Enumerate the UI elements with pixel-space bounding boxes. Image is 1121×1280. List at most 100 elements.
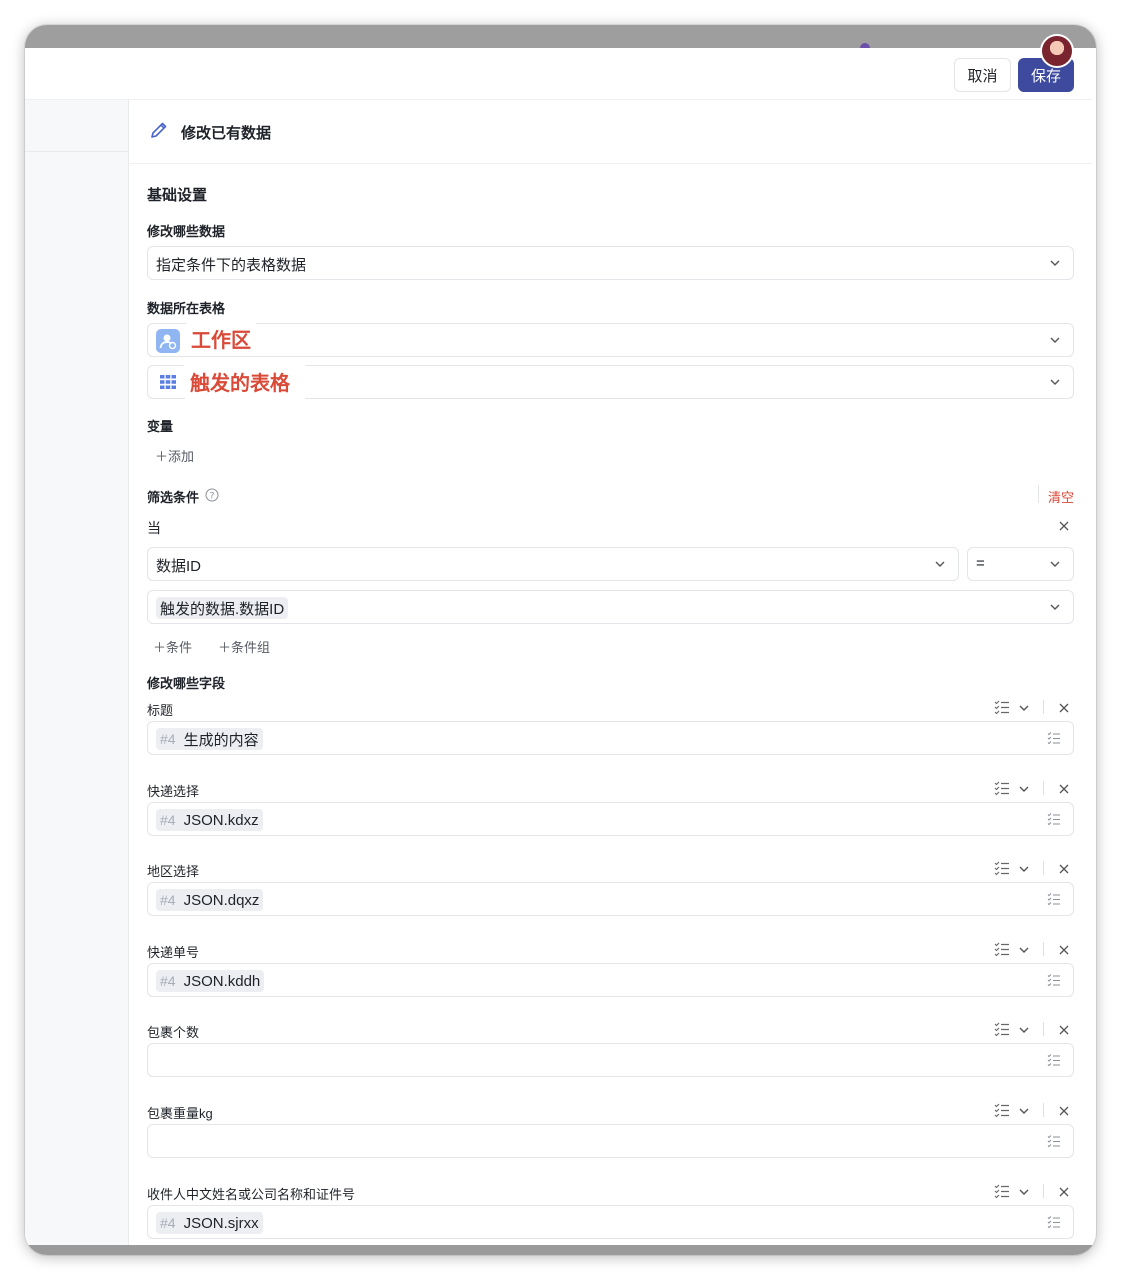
table-annotation: 触发的表格 — [184, 363, 306, 400]
insert-variable-icon[interactable] — [1047, 1053, 1063, 1069]
field-value-input[interactable]: #4 生成的内容 — [147, 721, 1074, 755]
workspace-icon — [156, 329, 180, 353]
field-name-label: 快递选择 — [147, 784, 200, 799]
chevron-down-icon — [1050, 561, 1060, 567]
field-name-label: 包裹重量kg — [147, 1106, 213, 1121]
step-tag: #4 — [160, 892, 176, 908]
field-value-text: JSON.kddh — [183, 972, 261, 990]
insert-variable-icon[interactable] — [1047, 973, 1063, 989]
step-tag: #4 — [160, 1215, 176, 1231]
chevron-down-icon[interactable] — [1018, 701, 1030, 719]
step-tag: #4 — [160, 812, 176, 828]
chevron-down-icon[interactable] — [1018, 1104, 1030, 1122]
remove-field-icon[interactable] — [1058, 1023, 1070, 1041]
insert-variable-icon[interactable] — [1047, 1215, 1063, 1231]
field-name-label: 地区选择 — [147, 864, 200, 879]
field-value-text: JSON.kdxz — [183, 811, 259, 829]
chevron-down-icon[interactable] — [1018, 1185, 1030, 1203]
filter-field-value: 数据ID — [156, 558, 202, 575]
user-avatar[interactable] — [1040, 34, 1074, 68]
panel-header: 修改已有数据 — [130, 100, 1092, 164]
panel-title: 修改已有数据 — [181, 125, 272, 142]
clear-filter-button[interactable]: 清空 — [1048, 487, 1074, 506]
table-label: 数据所在表格 — [147, 301, 226, 316]
which-data-select[interactable]: 指定条件下的表格数据 — [147, 246, 1074, 280]
app-window: 取消 保存 修改已有数据 基础设置 修改哪些数据 指定条件下的表格数据 数据所在… — [25, 25, 1096, 1255]
filter-value-select[interactable]: 触发的数据.数据ID — [147, 590, 1074, 624]
bottom-bar — [25, 1245, 1096, 1255]
insert-variable-icon[interactable] — [1047, 731, 1063, 747]
field-value-chip: #4 生成的内容 — [156, 728, 263, 750]
field-value-chip: #4 JSON.dqxz — [156, 889, 264, 911]
chevron-down-icon[interactable] — [1018, 862, 1030, 880]
filter-operator-value: = — [976, 555, 985, 572]
divider — [1043, 1184, 1044, 1198]
field-name-label: 包裹个数 — [147, 1025, 200, 1040]
cancel-button[interactable]: 取消 — [954, 58, 1011, 92]
field-mode-icon[interactable] — [994, 1102, 1014, 1118]
divider — [1043, 700, 1044, 714]
help-icon[interactable]: ? — [205, 488, 219, 502]
sidebar — [25, 100, 129, 1245]
field-value-input[interactable] — [147, 1043, 1074, 1077]
which-data-value: 指定条件下的表格数据 — [156, 257, 307, 274]
remove-field-icon[interactable] — [1058, 701, 1070, 719]
field-value-input[interactable] — [147, 1124, 1074, 1158]
insert-variable-icon[interactable] — [1047, 812, 1063, 828]
add-variable-button[interactable]: ＋添加 — [155, 446, 194, 465]
field-value-input[interactable]: #4 JSON.dqxz — [147, 882, 1074, 916]
field-value-chip: #4 JSON.kddh — [156, 970, 265, 992]
main-content: 取消 保存 修改已有数据 基础设置 修改哪些数据 指定条件下的表格数据 数据所在… — [25, 48, 1092, 1245]
remove-field-icon[interactable] — [1058, 782, 1070, 800]
when-label: 当 — [147, 520, 161, 536]
divider — [1043, 1022, 1044, 1036]
chevron-down-icon[interactable] — [1018, 782, 1030, 800]
plus-icon: ＋ — [155, 449, 169, 464]
field-value-text: JSON.sjrxx — [183, 1214, 259, 1232]
filter-operator-select[interactable]: = — [967, 547, 1074, 581]
divider — [1043, 781, 1044, 795]
close-icon[interactable] — [1058, 520, 1070, 532]
field-value-text: JSON.dqxz — [183, 891, 260, 909]
svg-text:?: ? — [210, 492, 215, 502]
filter-field-select[interactable]: 数据ID — [147, 547, 959, 581]
step-tag: #4 — [160, 731, 176, 747]
field-mode-icon[interactable] — [994, 780, 1014, 796]
chevron-down-icon — [1050, 604, 1060, 610]
step-tag: #4 — [160, 973, 176, 989]
field-value-input[interactable]: #4 JSON.kddh — [147, 963, 1074, 997]
add-variable-label: 添加 — [168, 449, 195, 464]
add-condition-group-button[interactable]: ＋条件组 — [218, 637, 270, 656]
field-mode-icon[interactable] — [994, 1021, 1014, 1037]
filter-label: 筛选条件 — [147, 490, 200, 505]
remove-field-icon[interactable] — [1058, 1185, 1070, 1203]
field-value-text: 生成的内容 — [183, 731, 259, 749]
field-mode-icon[interactable] — [994, 860, 1014, 876]
add-condition-label: 条件 — [166, 640, 193, 655]
field-mode-icon[interactable] — [994, 699, 1014, 715]
insert-variable-icon[interactable] — [1047, 892, 1063, 908]
plus-icon: ＋ — [153, 640, 167, 655]
chevron-down-icon[interactable] — [1018, 943, 1030, 961]
field-value-input[interactable]: #4 JSON.sjrxx — [147, 1205, 1074, 1239]
field-mode-icon[interactable] — [994, 941, 1014, 957]
add-condition-button[interactable]: ＋条件 — [153, 637, 192, 656]
remove-field-icon[interactable] — [1058, 1104, 1070, 1122]
top-bar — [25, 25, 1096, 68]
remove-field-icon[interactable] — [1058, 862, 1070, 880]
plus-icon: ＋ — [218, 640, 232, 655]
field-value-chip: #4 JSON.kdxz — [156, 809, 263, 831]
insert-variable-icon[interactable] — [1047, 1134, 1063, 1150]
field-value-input[interactable]: #4 JSON.kdxz — [147, 802, 1074, 836]
chevron-down-icon[interactable] — [1018, 1023, 1030, 1041]
field-mode-icon[interactable] — [994, 1183, 1014, 1199]
action-panel: 修改已有数据 基础设置 修改哪些数据 指定条件下的表格数据 数据所在表格 工作区 — [130, 100, 1092, 1245]
sidebar-divider — [25, 151, 129, 152]
field-name-label: 快递单号 — [147, 945, 200, 960]
which-data-label: 修改哪些数据 — [147, 224, 226, 239]
chevron-down-icon — [935, 561, 945, 567]
remove-field-icon[interactable] — [1058, 943, 1070, 961]
workspace-select[interactable] — [147, 323, 1074, 357]
chevron-down-icon — [1050, 379, 1060, 385]
section-title-basic: 基础设置 — [147, 187, 208, 204]
